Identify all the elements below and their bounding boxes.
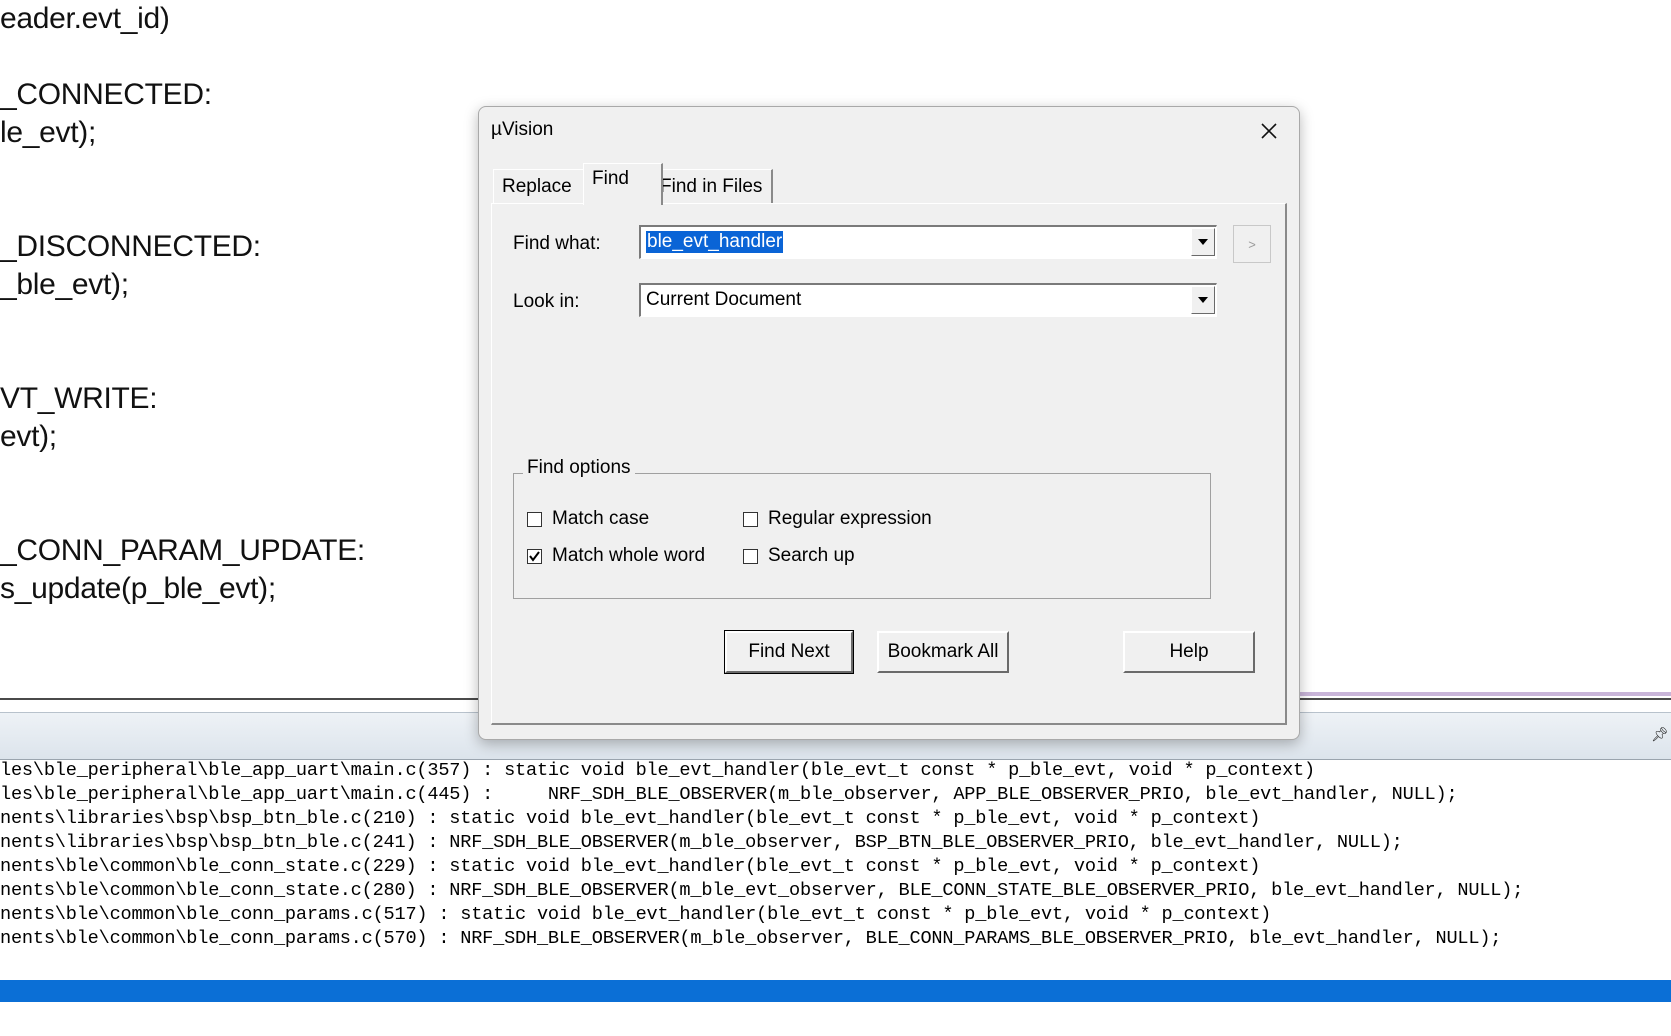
help-button[interactable]: Help	[1123, 631, 1255, 673]
result-line[interactable]: les\ble_peripheral\ble_app_uart\main.c(4…	[0, 784, 1458, 805]
chevron-down-icon	[1198, 297, 1208, 303]
code-line: _ble_evt);	[0, 268, 129, 301]
find-what-combo[interactable]: ble_evt_handler	[639, 225, 1217, 259]
match-whole-word-checkbox[interactable]: Match whole word	[527, 544, 705, 568]
search-up-label: Search up	[768, 545, 855, 566]
result-line[interactable]: nents\ble\common\ble_conn_state.c(280) :…	[0, 880, 1523, 901]
chevron-down-icon	[1198, 239, 1208, 245]
look-in-value: Current Document	[646, 289, 802, 310]
tab-replace[interactable]: Replace	[493, 169, 585, 203]
look-in-combo[interactable]: Current Document	[639, 283, 1217, 317]
bookmark-all-button[interactable]: Bookmark All	[877, 631, 1009, 673]
match-case-checkbox[interactable]: Match case	[527, 507, 649, 531]
match-whole-word-label: Match whole word	[552, 545, 706, 566]
code-line: eader.evt_id)	[0, 2, 170, 35]
divider	[1296, 692, 1671, 696]
code-line: evt);	[0, 420, 57, 453]
status-bar	[0, 980, 1671, 1002]
close-button[interactable]	[1253, 115, 1285, 147]
find-what-input[interactable]: ble_evt_handler	[646, 231, 784, 253]
find-options-group	[513, 473, 1211, 599]
code-line: s_update(p_ble_evt);	[0, 572, 276, 605]
tab-find[interactable]: Find	[583, 163, 663, 205]
find-results-output[interactable]: les\ble_peripheral\ble_app_uart\main.c(3…	[0, 760, 1671, 980]
close-icon	[1261, 123, 1277, 139]
result-line[interactable]: nents\libraries\bsp\bsp_btn_ble.c(241) :…	[0, 832, 1403, 853]
result-line[interactable]: nents\libraries\bsp\bsp_btn_ble.c(210) :…	[0, 808, 1260, 829]
match-case-label: Match case	[552, 508, 650, 529]
find-dialog: µVision Replace Find in Files Find Find …	[478, 106, 1300, 740]
dialog-title: µVision	[491, 119, 554, 140]
checkbox-box[interactable]	[527, 511, 542, 527]
regex-helper-button[interactable]: >	[1233, 225, 1271, 263]
find-what-label: Find what:	[513, 233, 601, 254]
result-line[interactable]: les\ble_peripheral\ble_app_uart\main.c(3…	[0, 760, 1315, 781]
look-in-label: Look in:	[513, 291, 580, 312]
pin-icon[interactable]: 📌︎	[1651, 727, 1669, 743]
result-line[interactable]: nents\ble\common\ble_conn_state.c(229) :…	[0, 856, 1260, 877]
code-line: VT_WRITE:	[0, 382, 158, 415]
result-line[interactable]: nents\ble\common\ble_conn_params.c(570) …	[0, 928, 1501, 949]
empty-area	[0, 1002, 1671, 1036]
code-line: _CONNECTED:	[0, 78, 212, 111]
regular-expression-checkbox[interactable]: Regular expression	[743, 507, 932, 531]
tab-find-in-files[interactable]: Find in Files	[651, 169, 773, 203]
find-options-label: Find options	[523, 457, 635, 479]
code-line: _CONN_PARAM_UPDATE:	[0, 534, 365, 567]
result-line[interactable]: nents\ble\common\ble_conn_params.c(517) …	[0, 904, 1271, 925]
checkbox-box[interactable]	[743, 548, 758, 564]
find-what-dropdown-button[interactable]	[1191, 228, 1215, 256]
checkbox-box[interactable]	[743, 511, 758, 527]
look-in-dropdown-button[interactable]	[1191, 286, 1215, 314]
checkbox-box[interactable]	[527, 548, 542, 564]
search-up-checkbox[interactable]: Search up	[743, 544, 855, 568]
code-line: le_evt);	[0, 116, 96, 149]
find-next-button[interactable]: Find Next	[724, 630, 854, 674]
regular-expression-label: Regular expression	[768, 508, 932, 529]
checkmark-icon	[529, 550, 540, 562]
code-line: _DISCONNECTED:	[0, 230, 261, 263]
